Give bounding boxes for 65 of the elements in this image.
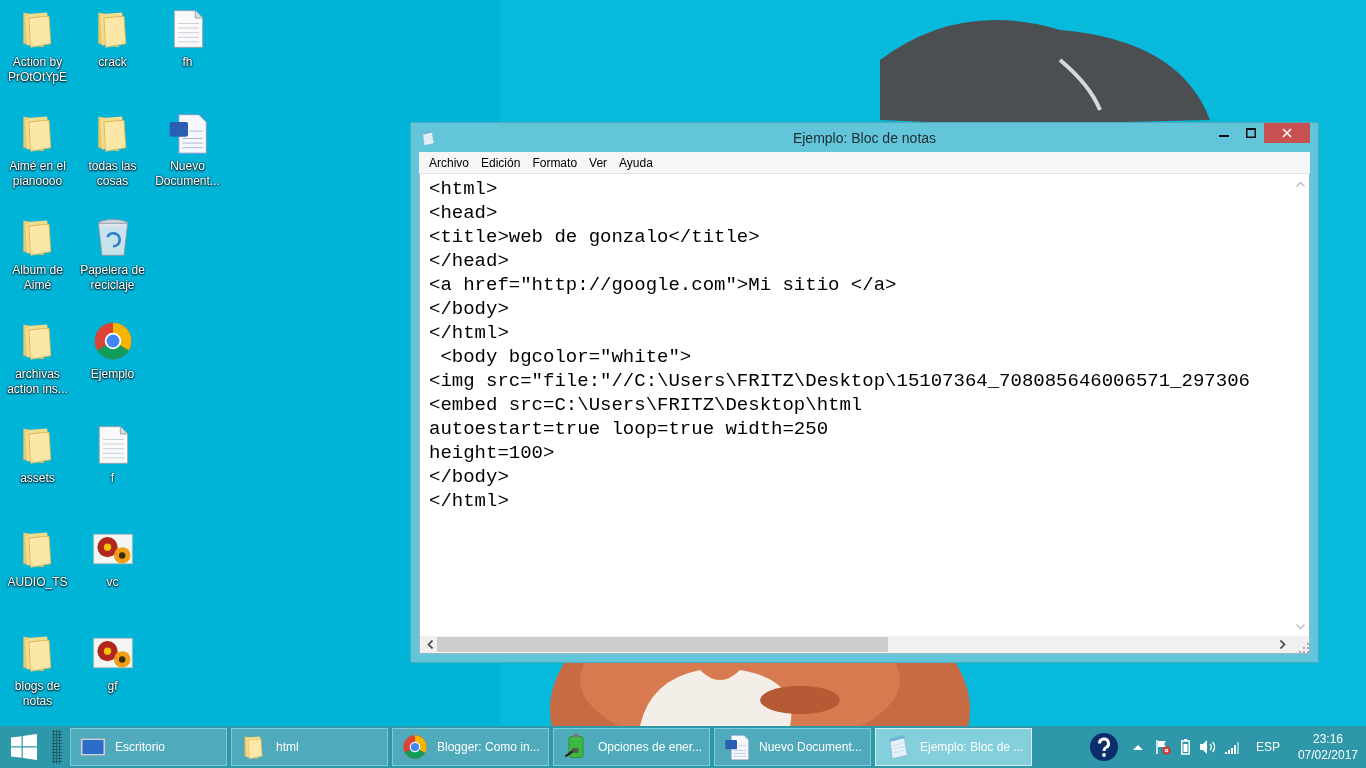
taskbar-button[interactable]: Blogger: Como in... [392,728,549,766]
maximize-icon [1245,128,1256,138]
resize-grip-icon[interactable] [1299,643,1309,653]
browser-icon [401,733,429,761]
code-line: <head> [429,201,498,225]
code-line: </body> [429,297,509,321]
scrollbar-thumb[interactable] [437,637,889,652]
taskbar-grip[interactable] [52,730,62,764]
icon-label[interactable]: Album de Aimé [0,263,75,293]
horizontal-scrollbar[interactable] [420,636,1292,653]
app-icon [419,128,437,147]
help-icon[interactable] [1088,732,1119,762]
code-line: <title>web de gonzalo</title> [429,225,760,249]
icon-label[interactable]: assets [0,471,75,486]
chevron-up-icon [1296,180,1305,187]
language-indicator[interactable]: ESP [1255,740,1280,754]
icon-label[interactable]: archivas action ins... [0,367,75,397]
code-line: <embed src=C:\Users\FRITZ\Desktop\html [429,393,863,417]
document-icon [723,733,751,761]
code-line: </html> [429,321,509,345]
show-hidden-icons-icon[interactable] [1132,744,1143,750]
flag-error-icon[interactable] [1154,739,1171,755]
code-line: </head> [429,249,509,273]
icon-label[interactable]: Papelera de reciclaje [75,263,150,293]
icon-label[interactable]: Nuevo Document... [150,159,225,189]
icon-label[interactable]: todas las cosas [75,159,150,189]
taskbar-button[interactable]: Nuevo Document... [714,728,871,766]
signal-icon[interactable] [1224,740,1242,754]
icon-label[interactable]: Action by PrOtOtYpE [0,55,75,85]
code-line: </html> [429,489,509,513]
menu-item[interactable]: Formato [526,155,584,170]
icon-label[interactable]: blogs de notas [0,679,75,709]
chevron-down-icon [1296,623,1305,630]
menu-item[interactable]: Ver [583,155,614,170]
icon-label[interactable]: AUDIO_TS [0,575,75,590]
taskbar-button[interactable]: Ejemplo: Bloc de ... [875,728,1032,766]
taskbar-button[interactable]: html [231,728,388,766]
icon-label[interactable]: Ejemplo [75,367,150,382]
code-line: </body> [429,465,509,489]
icon-label[interactable]: gf [75,679,150,694]
volume-icon[interactable] [1199,740,1217,754]
code-line: autoestart=true loop=true width=250 [429,417,829,441]
icon-label[interactable]: f [75,471,150,486]
icon-label[interactable]: Aimé en el pianoooo [0,159,75,189]
chevron-right-icon [1279,640,1286,649]
code-line: <body bgcolor="white"> [439,345,692,369]
windows-logo-icon [11,734,37,760]
menu-item[interactable]: Ayuda [613,155,659,170]
menu-item[interactable]: Archivo [423,155,475,170]
taskbar-button[interactable]: Escritorio [70,728,227,766]
icon-label[interactable]: vc [75,575,150,590]
window-title: Ejemplo: Bloc de notas [792,129,937,146]
icon-label[interactable]: fh [150,55,225,70]
code-line: <html> [429,177,498,201]
minimize-icon [1218,135,1229,137]
code-line: <img src="file:"//C:\Users\FRITZ\Desktop\15107364_708085646006571_297306 [429,369,1250,393]
taskbar-button[interactable]: Opciones de ener... [553,728,710,766]
battery-icon[interactable] [1180,739,1190,755]
chevron-left-icon [426,640,433,649]
code-line: height=100> [429,441,555,465]
icon-label[interactable]: crack [75,55,150,70]
clock[interactable]: 23:16 07/02/2017 [1297,731,1358,763]
menu-item[interactable]: Edición [475,155,527,170]
code-line: <a href="http://google.com">Mi sitio </a> [429,273,897,297]
close-icon [1282,128,1292,138]
